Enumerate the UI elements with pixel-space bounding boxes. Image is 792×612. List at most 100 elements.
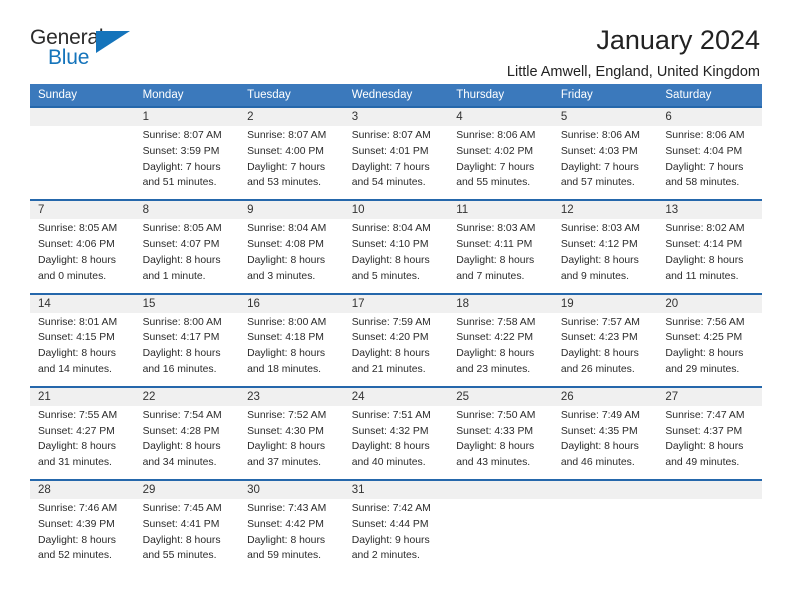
day-number[interactable]: 17	[343, 292, 449, 313]
day-number[interactable]: 3	[343, 106, 449, 126]
day-cell[interactable]: Sunrise: 8:05 AM Sunset: 4:07 PM Dayligh…	[134, 219, 240, 294]
day-number[interactable]: 15	[134, 292, 240, 313]
day-number[interactable]: 29	[134, 479, 240, 499]
day-cell[interactable]: Sunrise: 7:50 AM Sunset: 4:33 PM Dayligh…	[448, 405, 553, 480]
day-cell[interactable]: Sunrise: 8:04 AM Sunset: 4:08 PM Dayligh…	[239, 219, 344, 294]
daylight-text: Daylight: 8 hours	[456, 441, 535, 453]
day-number[interactable]: 25	[448, 385, 553, 406]
day-number[interactable]: 14	[30, 292, 135, 313]
sunset-text: Sunset: 4:11 PM	[456, 239, 533, 251]
day-number[interactable]: 13	[657, 199, 762, 220]
daylight-text: Daylight: 8 hours	[351, 348, 430, 360]
day-number[interactable]: 2	[239, 106, 344, 126]
day-cell[interactable]: Sunrise: 8:03 AM Sunset: 4:12 PM Dayligh…	[552, 219, 658, 294]
sunrise-text: Sunrise: 8:00 AM	[247, 316, 327, 328]
day-cell[interactable]: Sunrise: 8:01 AM Sunset: 4:15 PM Dayligh…	[30, 312, 135, 387]
daylight-text-cont: and 58 minutes.	[665, 177, 740, 189]
day-number[interactable]: 27	[657, 385, 762, 406]
sunrise-text: Sunrise: 7:52 AM	[247, 409, 327, 421]
day-cell[interactable]: Sunrise: 7:47 AM Sunset: 4:37 PM Dayligh…	[657, 405, 762, 480]
day-cell[interactable]	[448, 499, 553, 573]
sunset-text: Sunset: 4:27 PM	[38, 425, 115, 437]
day-cell[interactable]: Sunrise: 7:51 AM Sunset: 4:32 PM Dayligh…	[343, 405, 449, 480]
day-number[interactable]: 21	[30, 385, 135, 406]
day-number[interactable]: 10	[343, 199, 449, 220]
day-number[interactable]: 26	[552, 385, 658, 406]
day-number[interactable]: 20	[657, 292, 762, 313]
daylight-text-cont: and 18 minutes.	[247, 363, 322, 375]
sunset-text: Sunset: 4:42 PM	[247, 518, 324, 530]
sunset-text: Sunset: 4:37 PM	[665, 425, 743, 437]
day-cell[interactable]: Sunrise: 7:45 AM Sunset: 4:41 PM Dayligh…	[134, 499, 240, 573]
day-number[interactable]: 31	[343, 479, 449, 499]
day-cell[interactable]: Sunrise: 7:54 AM Sunset: 4:28 PM Dayligh…	[134, 405, 240, 480]
daylight-text: Daylight: 8 hours	[142, 441, 221, 453]
calendar-body: 1 2 3 4 5 6 Sunrise: 8:07 AM Sunset: 3:5…	[30, 106, 762, 573]
day-cell[interactable]: Sunrise: 7:58 AM Sunset: 4:22 PM Dayligh…	[448, 312, 553, 387]
day-number[interactable]	[448, 479, 553, 499]
day-number[interactable]: 7	[30, 199, 135, 220]
day-number[interactable]: 9	[239, 199, 344, 220]
day-number[interactable]: 30	[239, 479, 344, 499]
day-cell[interactable]: Sunrise: 8:05 AM Sunset: 4:06 PM Dayligh…	[30, 219, 135, 294]
day-number[interactable]: 16	[239, 292, 344, 313]
day-cell[interactable]: Sunrise: 8:04 AM Sunset: 4:10 PM Dayligh…	[343, 219, 449, 294]
day-cell[interactable]	[657, 499, 762, 573]
day-cell[interactable]: Sunrise: 8:06 AM Sunset: 4:02 PM Dayligh…	[448, 126, 553, 201]
day-cell[interactable]: Sunrise: 7:43 AM Sunset: 4:42 PM Dayligh…	[239, 499, 344, 573]
day-cell[interactable]: Sunrise: 7:59 AM Sunset: 4:20 PM Dayligh…	[343, 312, 449, 387]
day-cell[interactable]: Sunrise: 8:06 AM Sunset: 4:03 PM Dayligh…	[552, 126, 658, 201]
week-number-row: 28 29 30 31	[30, 479, 762, 499]
dow-header-wednesday: Wednesday	[343, 84, 449, 107]
day-number[interactable]: 18	[448, 292, 553, 313]
day-number[interactable]: 8	[134, 199, 240, 220]
day-number[interactable]: 24	[343, 385, 449, 406]
day-number[interactable]: 4	[448, 106, 553, 126]
daylight-text-cont: and 54 minutes.	[351, 177, 426, 189]
day-number[interactable]: 19	[552, 292, 658, 313]
sunset-text: Sunset: 4:32 PM	[351, 425, 429, 437]
day-cell[interactable]: Sunrise: 7:42 AM Sunset: 4:44 PM Dayligh…	[343, 499, 449, 573]
day-number[interactable]: 5	[552, 106, 658, 126]
day-cell[interactable]: Sunrise: 8:07 AM Sunset: 4:00 PM Dayligh…	[239, 126, 344, 201]
day-cell[interactable]: Sunrise: 8:07 AM Sunset: 4:01 PM Dayligh…	[343, 126, 449, 201]
day-cell[interactable]: Sunrise: 7:49 AM Sunset: 4:35 PM Dayligh…	[552, 405, 658, 480]
sunrise-text: Sunrise: 7:43 AM	[247, 503, 327, 514]
day-number[interactable]: 22	[134, 385, 240, 406]
day-cell[interactable]: Sunrise: 7:52 AM Sunset: 4:30 PM Dayligh…	[239, 405, 344, 480]
day-cell[interactable]: Sunrise: 8:06 AM Sunset: 4:04 PM Dayligh…	[657, 126, 762, 201]
day-number[interactable]: 6	[657, 106, 762, 126]
general-blue-logo[interactable]: General Blue	[30, 26, 135, 74]
day-number[interactable]: 12	[552, 199, 658, 220]
daylight-text: Daylight: 8 hours	[456, 348, 535, 360]
day-number[interactable]	[552, 479, 658, 499]
sunset-text: Sunset: 4:10 PM	[351, 239, 429, 251]
day-cell[interactable]	[552, 499, 658, 573]
day-cell[interactable]	[30, 126, 135, 201]
day-cell[interactable]: Sunrise: 7:55 AM Sunset: 4:27 PM Dayligh…	[30, 405, 135, 480]
day-cell[interactable]: Sunrise: 8:00 AM Sunset: 4:18 PM Dayligh…	[239, 312, 344, 387]
day-number[interactable]: 11	[448, 199, 553, 220]
daylight-text: Daylight: 7 hours	[247, 161, 326, 173]
day-number[interactable]	[30, 106, 135, 126]
sunset-text: Sunset: 4:39 PM	[38, 518, 115, 530]
week-number-row: 7 8 9 10 11 12 13	[30, 199, 762, 220]
title-block: January 2024 Little Amwell, England, Uni…	[135, 26, 762, 81]
day-number[interactable]	[657, 479, 762, 499]
day-cell[interactable]: Sunrise: 7:57 AM Sunset: 4:23 PM Dayligh…	[552, 312, 658, 387]
day-cell[interactable]: Sunrise: 8:02 AM Sunset: 4:14 PM Dayligh…	[657, 219, 762, 294]
day-number[interactable]: 23	[239, 385, 344, 406]
day-cell[interactable]: Sunrise: 8:03 AM Sunset: 4:11 PM Dayligh…	[448, 219, 553, 294]
logo-triangle-icon	[96, 31, 130, 53]
day-cell[interactable]: Sunrise: 8:07 AM Sunset: 3:59 PM Dayligh…	[134, 126, 240, 201]
day-cell[interactable]: Sunrise: 8:00 AM Sunset: 4:17 PM Dayligh…	[134, 312, 240, 387]
daylight-text-cont: and 40 minutes.	[351, 457, 426, 469]
day-cell[interactable]: Sunrise: 7:46 AM Sunset: 4:39 PM Dayligh…	[30, 499, 135, 573]
day-cell[interactable]: Sunrise: 7:56 AM Sunset: 4:25 PM Dayligh…	[657, 312, 762, 387]
daylight-text: Daylight: 7 hours	[142, 161, 221, 173]
day-number[interactable]: 28	[30, 479, 135, 499]
daylight-text-cont: and 53 minutes.	[247, 177, 322, 189]
daylight-text: Daylight: 8 hours	[665, 441, 744, 453]
day-number[interactable]: 1	[134, 106, 240, 126]
dow-header-sunday: Sunday	[30, 84, 135, 107]
